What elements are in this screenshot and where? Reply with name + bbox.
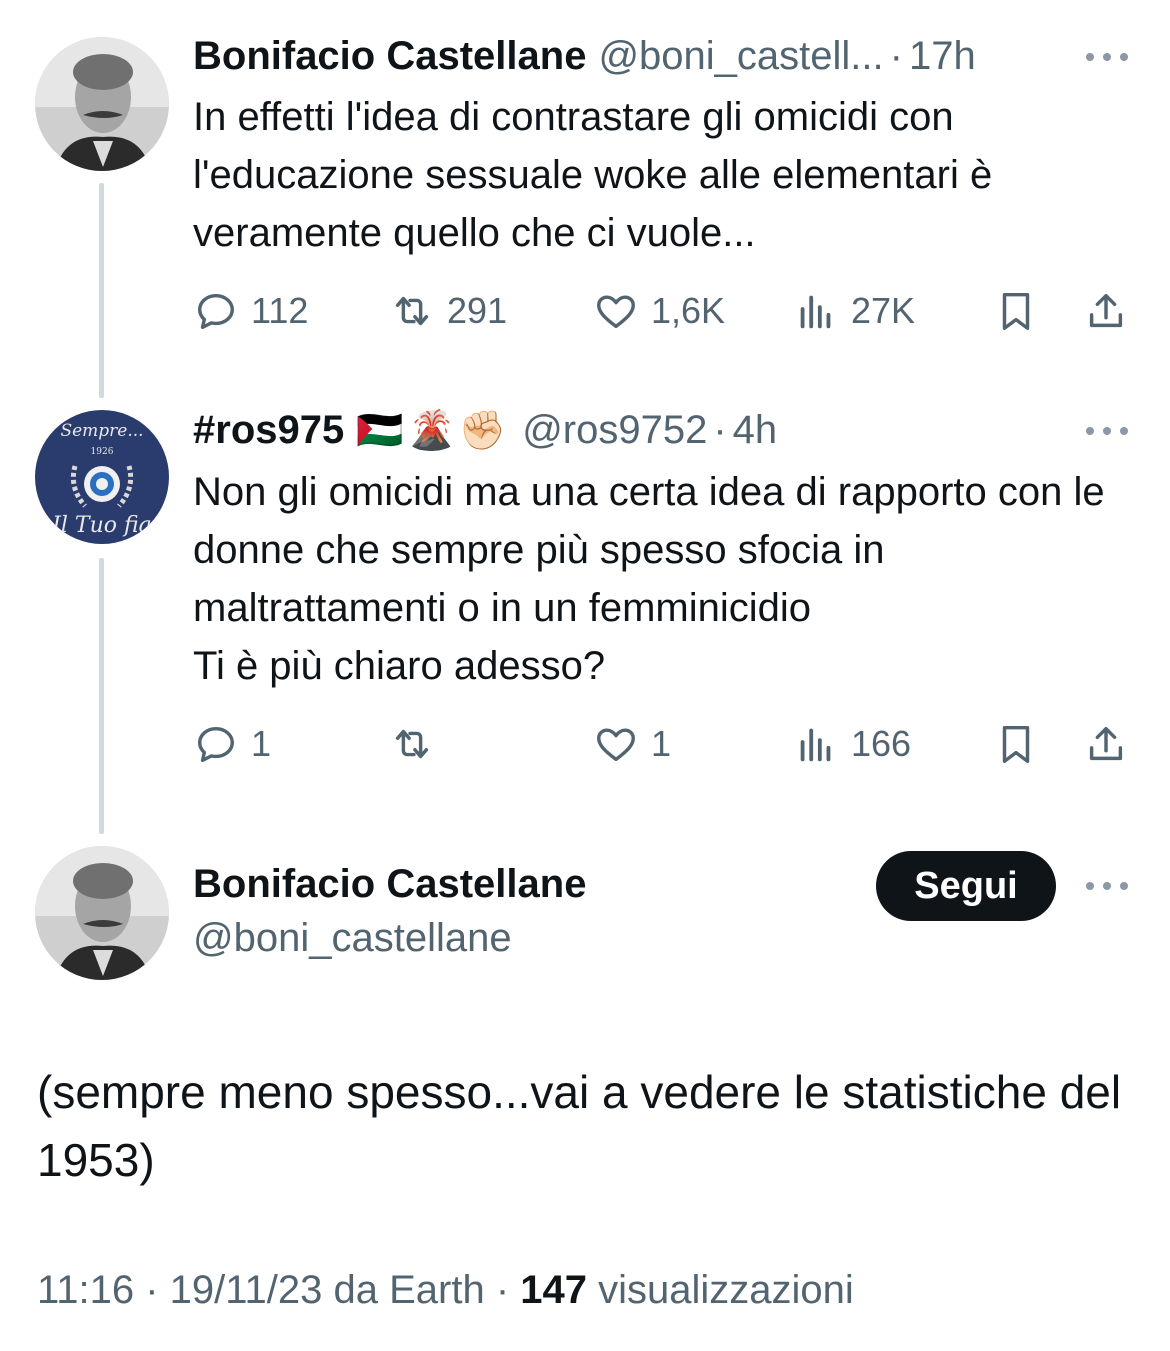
author-name[interactable]: Bonifacio Castellane [193,34,586,79]
avatar-year: 1926 [91,447,114,457]
share-button[interactable] [1083,719,1129,769]
views-count: 147 [520,1268,588,1312]
thread-line [99,183,104,398]
avatar-text: Il Tuo fia [51,513,152,538]
retweet-icon [395,296,429,326]
author-emoji: 🇵🇸🌋✊🏻 [356,408,511,452]
tweet-text: Non gli omicidi ma una certa idea di rap… [193,470,1105,688]
share-icon [1089,726,1123,761]
share-icon [1089,293,1123,328]
views-icon [800,295,831,329]
views-icon [800,728,831,762]
reply-button[interactable]: 1 [193,719,271,769]
tweet-timestamp[interactable]: 11:16 · 19/11/23 da Earth · [37,1268,520,1312]
bookmark-icon [1002,725,1030,763]
like-count: 1 [651,723,672,764]
avatar[interactable]: Sempre... 1926 Il Tuo fia [35,410,169,544]
retweet-icon [395,729,429,759]
reply-icon [197,726,235,763]
tweet-actions: 1 1 166 [193,719,1133,769]
like-icon [597,295,635,329]
more-icon[interactable] [1086,879,1128,893]
views-button[interactable]: 27K [793,286,915,336]
main-author-handle-row: @boni_castellane [193,916,512,961]
avatar-text: Sempre... [60,421,143,441]
views-button[interactable]: 166 [793,719,911,769]
tweet-time[interactable]: 17h [909,34,976,79]
like-button[interactable]: 1 [593,719,671,769]
tweet-header: Bonifacio Castellane @boni_castell... · … [193,34,976,79]
main-tweet-text: (sempre meno spesso...vai a vedere le st… [37,1066,1122,1186]
like-button[interactable]: 1,6K [593,286,725,336]
bookmark-button[interactable] [993,719,1039,769]
views-count: 27K [851,290,916,331]
retweet-count: 291 [447,290,508,331]
tweet-time[interactable]: 4h [733,408,778,453]
bookmark-button[interactable] [993,286,1039,336]
like-count: 1,6K [651,290,726,331]
separator: · [713,408,727,452]
reply-count: 112 [251,290,309,331]
main-author-name-row: Bonifacio Castellane [193,862,586,907]
retweet-button[interactable]: 291 [389,286,507,336]
reply-icon [197,293,235,330]
author-handle[interactable]: @boni_castellane [193,916,512,961]
author-name[interactable]: #ros975 [193,408,344,453]
author-handle[interactable]: @boni_castell... [598,34,883,79]
tweet-header: #ros975 🇵🇸🌋✊🏻 @ros9752 · 4h [193,408,777,453]
follow-button[interactable]: Segui [876,851,1056,921]
tweet-meta: 11:16 · 19/11/23 da Earth · 147 visualiz… [37,1268,854,1313]
reply-button[interactable]: 112 [193,286,308,336]
more-icon[interactable] [1086,424,1128,438]
share-button[interactable] [1083,286,1129,336]
more-icon[interactable] [1086,50,1128,64]
views-label: visualizzazioni [587,1268,854,1312]
like-icon [597,728,635,762]
thread-line [99,558,104,834]
bookmark-icon [1002,292,1030,330]
reply-count: 1 [251,723,272,764]
tweet-actions: 112 291 1,6K 27K [193,286,1133,336]
avatar[interactable] [35,846,169,980]
author-name[interactable]: Bonifacio Castellane [193,862,586,907]
tweet-text: In effetti l'idea di contrastare gli omi… [193,95,993,255]
author-handle[interactable]: @ros9752 [522,408,707,453]
retweet-button[interactable] [389,719,447,769]
views-count: 166 [851,723,912,764]
separator: · [889,34,903,78]
avatar[interactable] [35,37,169,171]
